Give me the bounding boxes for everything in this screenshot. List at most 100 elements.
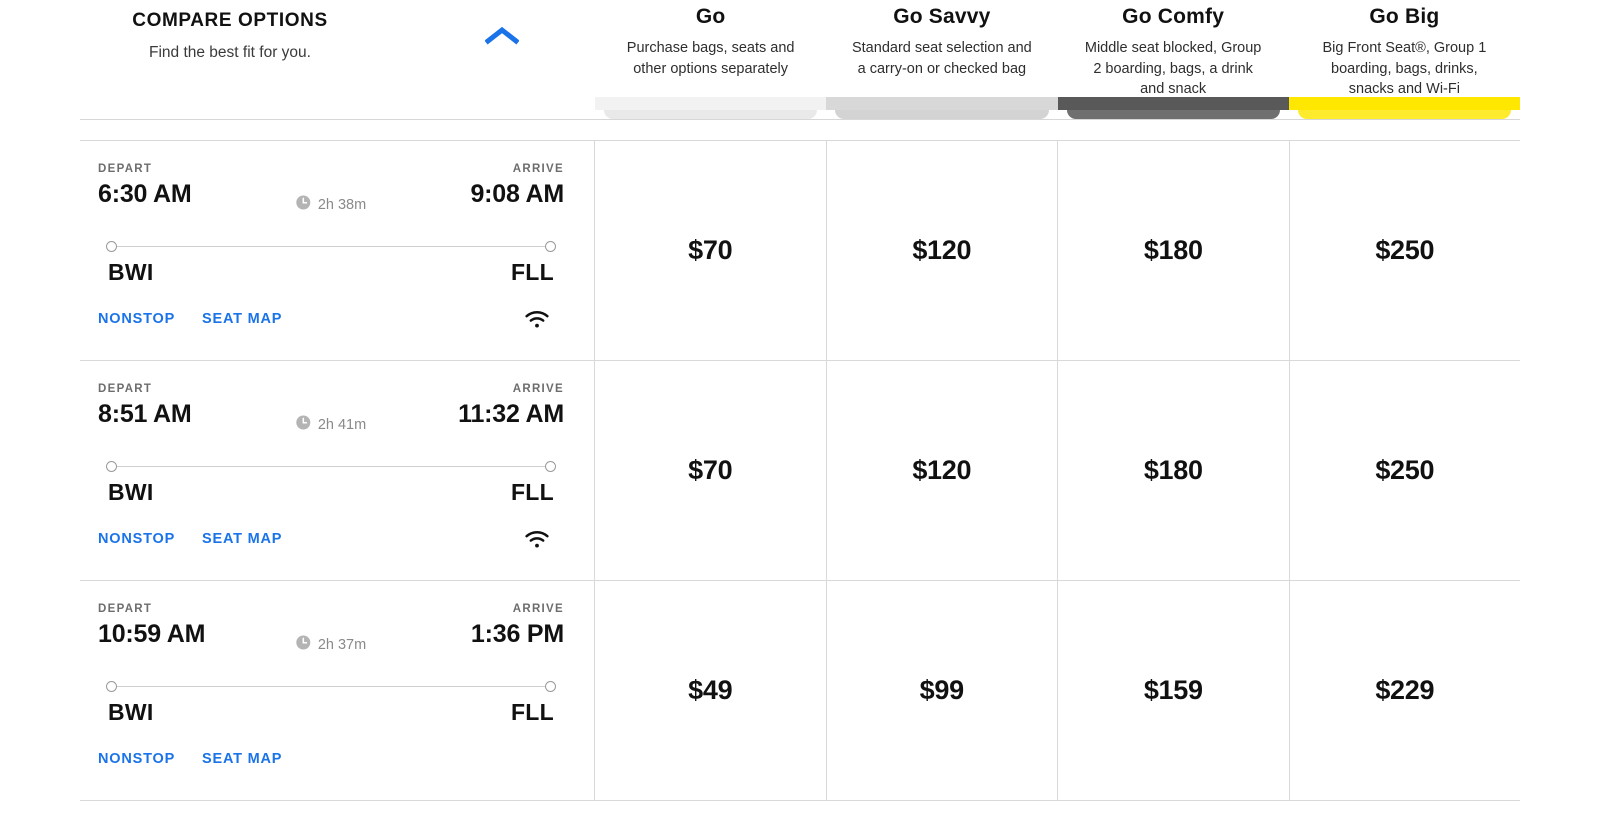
price-cell-go-big[interactable]: $250 <box>1290 361 1521 580</box>
flight-row-links: NONSTOP SEAT MAP <box>98 751 564 777</box>
flight-times: DEPART 6:30 AM 2h 38m ARRIVE 9:08 AM <box>98 163 564 225</box>
airport-codes: BWI FLL <box>98 259 564 289</box>
price-cell-go-savvy[interactable]: $120 <box>827 141 1058 360</box>
seat-map-link[interactable]: SEAT MAP <box>202 531 282 547</box>
price-value: $70 <box>688 455 733 485</box>
route-line-graphic <box>98 459 564 475</box>
nonstop-link[interactable]: NONSTOP <box>98 531 175 547</box>
origin-code: BWI <box>108 479 154 505</box>
arrive-time: 11:32 AM <box>458 400 564 428</box>
seat-map-link[interactable]: SEAT MAP <box>202 311 282 327</box>
destination-code: FLL <box>510 479 554 505</box>
fare-bar-shadow <box>1066 110 1280 119</box>
price-cell-go-comfy[interactable]: $180 <box>1058 361 1290 580</box>
flight-row-links: NONSTOP SEAT MAP <box>98 531 564 557</box>
wifi-icon <box>524 529 550 554</box>
arrive-label: ARRIVE <box>512 163 564 175</box>
depart-label: DEPART <box>98 603 153 615</box>
fare-bar-fill <box>1288 97 1520 110</box>
depart-label: DEPART <box>98 163 153 175</box>
destination-code: FLL <box>510 699 554 725</box>
price-value: $159 <box>1143 675 1203 705</box>
arrive-time: 9:08 AM <box>470 180 564 208</box>
duration-text: 2h 38m <box>317 197 367 213</box>
depart-time: 10:59 AM <box>98 620 206 648</box>
price-cell-go[interactable]: $70 <box>595 141 827 360</box>
fare-description: Purchase bags, seats and other options s… <box>626 40 795 77</box>
price-cell-go-big[interactable]: $250 <box>1290 141 1521 360</box>
flight-duration: 2h 38m <box>296 195 366 215</box>
flight-row-links: NONSTOP SEAT MAP <box>98 311 564 337</box>
origin-dot <box>106 681 117 692</box>
depart-block: DEPART 10:59 AM <box>98 603 205 649</box>
depart-block: DEPART 8:51 AM <box>98 383 192 429</box>
price-value: $229 <box>1375 675 1435 705</box>
clock-icon <box>296 635 311 655</box>
fare-bar-fill <box>595 97 827 110</box>
depart-label: DEPART <box>98 383 153 395</box>
fare-name: Go Big <box>1369 5 1440 28</box>
origin-code: BWI <box>108 699 154 725</box>
airport-codes: BWI FLL <box>98 699 564 729</box>
clock-icon <box>296 415 311 435</box>
fare-bar-go-savvy <box>826 97 1058 119</box>
fare-bar-go <box>595 97 827 119</box>
arrive-block: ARRIVE 1:36 PM <box>471 603 564 649</box>
destination-code: FLL <box>510 259 554 285</box>
price-value: $70 <box>688 235 733 265</box>
wifi-icon <box>524 309 550 334</box>
price-cell-go-savvy[interactable]: $120 <box>827 361 1058 580</box>
fare-bar-shadow <box>604 110 818 119</box>
fare-name: Go Savvy <box>893 5 991 28</box>
price-value: $180 <box>1143 455 1203 485</box>
flight-row: DEPART 6:30 AM 2h 38m ARRIVE 9:08 AM BWI FLL NO… <box>80 141 1520 361</box>
arrive-block: ARRIVE 9:08 AM <box>470 163 564 209</box>
header-divider <box>80 119 1520 120</box>
route-line-graphic <box>98 679 564 695</box>
fare-comparison-page: COMPARE OPTIONS Find the best fit for yo… <box>0 0 1600 820</box>
depart-time: 8:51 AM <box>98 400 192 428</box>
fare-bar-shadow <box>1297 110 1511 119</box>
price-cell-go-comfy[interactable]: $159 <box>1058 581 1290 800</box>
arrive-block: ARRIVE 11:32 AM <box>458 383 564 429</box>
fare-name: Go Comfy <box>1122 5 1225 28</box>
seat-map-link[interactable]: SEAT MAP <box>202 751 282 767</box>
flight-row: DEPART 8:51 AM 2h 41m ARRIVE 11:32 AM BWI FLL N… <box>80 361 1520 581</box>
price-cell-go[interactable]: $70 <box>595 361 827 580</box>
origin-code: BWI <box>108 259 154 285</box>
chevron-up-icon <box>484 25 520 48</box>
compare-options-header: COMPARE OPTIONS Find the best fit for yo… <box>0 0 1600 130</box>
depart-time: 6:30 AM <box>98 180 192 208</box>
fare-bar-shadow <box>835 110 1049 119</box>
price-cell-go-comfy[interactable]: $180 <box>1058 141 1290 360</box>
price-cell-go[interactable]: $49 <box>595 581 827 800</box>
route-connector <box>111 466 551 467</box>
arrive-time: 1:36 PM <box>470 620 564 648</box>
origin-dot <box>106 241 117 252</box>
price-cell-go-savvy[interactable]: $99 <box>827 581 1058 800</box>
fare-bar-go-big <box>1288 97 1520 119</box>
arrive-label: ARRIVE <box>512 603 564 615</box>
duration-text: 2h 37m <box>317 637 367 653</box>
price-value: $250 <box>1375 235 1435 265</box>
price-cell-go-big[interactable]: $229 <box>1290 581 1521 800</box>
destination-dot <box>545 241 556 252</box>
clock-icon <box>296 195 311 215</box>
flight-duration: 2h 37m <box>296 635 366 655</box>
price-value: $99 <box>919 675 964 705</box>
duration-text: 2h 41m <box>317 417 367 433</box>
collapse-compare-button[interactable] <box>475 16 529 56</box>
fare-color-bars <box>595 97 1520 119</box>
price-value: $120 <box>912 235 972 265</box>
flight-itinerary: DEPART 8:51 AM 2h 41m ARRIVE 11:32 AM BWI FLL N… <box>80 361 595 580</box>
nonstop-link[interactable]: NONSTOP <box>98 311 175 327</box>
arrive-label: ARRIVE <box>512 383 564 395</box>
route-connector <box>111 246 551 247</box>
origin-dot <box>106 461 117 472</box>
page-title: COMPARE OPTIONS <box>132 10 328 31</box>
fare-description: Big Front Seat®, Group 1 boarding, bags,… <box>1322 40 1487 98</box>
price-value: $250 <box>1375 455 1435 485</box>
price-value: $49 <box>688 675 733 705</box>
nonstop-link[interactable]: NONSTOP <box>98 751 175 767</box>
flight-row: DEPART 10:59 AM 2h 37m ARRIVE 1:36 PM BWI FLL N… <box>80 581 1520 801</box>
